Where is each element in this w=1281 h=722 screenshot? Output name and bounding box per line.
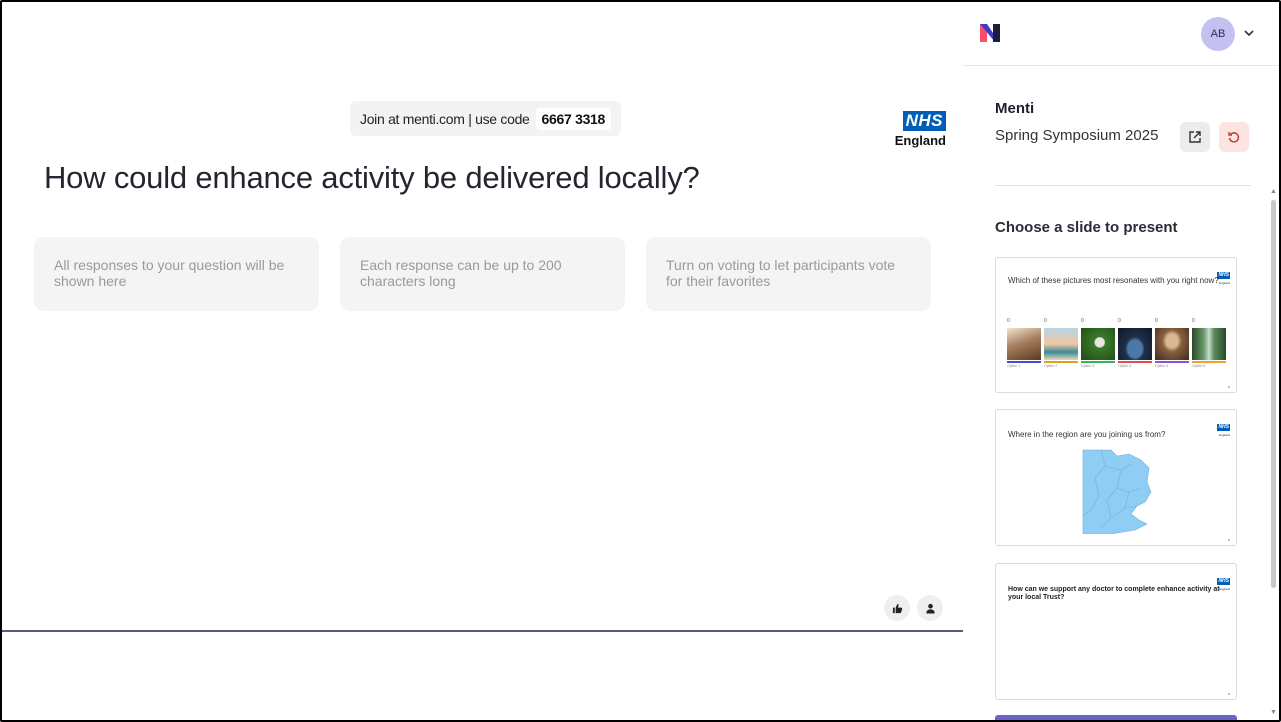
image-option: 0 Option 3 (1081, 318, 1115, 368)
option-label: Option 2 (1044, 364, 1058, 368)
placeholder-card: All responses to your question will be s… (34, 237, 319, 311)
option-bar (1192, 361, 1226, 363)
nhs-mini-box: NHS (1217, 578, 1230, 585)
nhs-logo-box: NHS (902, 111, 946, 131)
slide-corner-mark: a (1227, 537, 1230, 542)
presentation-stage: Join at menti.com | use code 6667 3318 N… (2, 2, 963, 630)
option-count: 0 (1118, 318, 1121, 324)
presenter-sidebar: AB Menti Spring Symposium 2025 Choose a … (963, 2, 1279, 722)
option-image (1081, 328, 1115, 360)
scroll-up-arrow-icon[interactable]: ▲ (1270, 188, 1277, 195)
nhs-mini-box: NHS (1217, 272, 1230, 279)
reset-results-button[interactable] (1219, 122, 1249, 152)
slide-corner-mark: a (1227, 384, 1230, 389)
option-count: 0 (1081, 318, 1084, 324)
slide-thumbnail-4[interactable] (995, 715, 1237, 722)
option-label: Option 6 (1192, 364, 1206, 368)
option-label: Option 5 (1155, 364, 1169, 368)
nhs-england-logo: NHS England (892, 111, 946, 148)
chevron-down-icon[interactable] (1243, 26, 1255, 44)
slide-question: How could enhance activity be delivered … (44, 160, 700, 195)
option-bar (1081, 361, 1115, 363)
image-option: 0 Option 6 (1192, 318, 1226, 368)
slide-3-question: How can we support any doctor to complet… (1008, 586, 1220, 601)
region-map (1082, 449, 1152, 534)
option-count: 0 (1192, 318, 1195, 324)
open-external-button[interactable] (1180, 122, 1210, 152)
external-link-icon (1189, 131, 1201, 143)
slide-corner-mark: a (1227, 691, 1230, 696)
option-count: 0 (1044, 318, 1047, 324)
nhs-mini-logo: NHS England (1217, 415, 1230, 437)
nhs-mini-box: NHS (1217, 424, 1230, 431)
presentation-name: Spring Symposium 2025 (995, 127, 1159, 144)
slide-thumbnail-1[interactable]: NHS England Which of these pictures most… (995, 257, 1237, 393)
option-label: Option 3 (1081, 364, 1095, 368)
person-icon[interactable] (917, 595, 943, 621)
option-count: 0 (1155, 318, 1158, 324)
nhs-mini-logo: NHS England (1217, 263, 1230, 285)
slide-1-question: Which of these pictures most resonates w… (1008, 276, 1219, 285)
avatar[interactable]: AB (1201, 17, 1235, 51)
image-choice-options: 0 Option 1 0 Option 2 0 Option 3 0 Optio… (1007, 318, 1226, 368)
option-count: 0 (1007, 318, 1010, 324)
join-instructions: Join at menti.com | use code 6667 3318 (350, 101, 622, 136)
option-label: Option 1 (1007, 364, 1021, 368)
nhs-mini-sub: England (1218, 433, 1230, 437)
image-option: 0 Option 4 (1118, 318, 1152, 368)
option-bar (1155, 361, 1189, 363)
option-image (1007, 328, 1041, 360)
option-image (1155, 328, 1189, 360)
sidebar-topbar: AB (963, 2, 1279, 66)
nhs-mini-sub: England (1218, 281, 1230, 285)
join-code: 6667 3318 (535, 107, 612, 130)
slide-thumbnail-3[interactable]: NHS England How can we support any docto… (995, 563, 1237, 700)
sidebar-divider (995, 185, 1251, 186)
option-bar (1118, 361, 1152, 363)
option-bar (1044, 361, 1078, 363)
thumbs-up-icon[interactable] (884, 595, 910, 621)
placeholder-card: Each response can be up to 200 character… (340, 237, 625, 311)
option-image (1044, 328, 1078, 360)
option-image (1118, 328, 1152, 360)
sidebar-scrollbar[interactable] (1271, 200, 1276, 588)
stage-bottom-divider (2, 630, 963, 632)
join-text: Join at menti.com | use code (360, 110, 530, 127)
scroll-down-arrow-icon[interactable]: ▼ (1270, 709, 1277, 716)
option-bar (1007, 361, 1041, 363)
slide-thumbnail-2[interactable]: NHS England Where in the region are you … (995, 409, 1237, 546)
option-label: Option 4 (1118, 364, 1132, 368)
placeholder-cards: All responses to your question will be s… (34, 237, 931, 311)
choose-slide-heading: Choose a slide to present (995, 219, 1178, 236)
slide-2-question: Where in the region are you joining us f… (1008, 430, 1166, 439)
menti-logo-icon[interactable] (979, 22, 1001, 49)
placeholder-card: Turn on voting to let participants vote … (646, 237, 931, 311)
nhs-logo-subtitle: England (894, 133, 946, 148)
app-title: Menti (995, 100, 1035, 117)
image-option: 0 Option 5 (1155, 318, 1189, 368)
image-option: 0 Option 1 (1007, 318, 1041, 368)
option-image (1192, 328, 1226, 360)
image-option: 0 Option 2 (1044, 318, 1078, 368)
reset-icon (1228, 132, 1240, 143)
